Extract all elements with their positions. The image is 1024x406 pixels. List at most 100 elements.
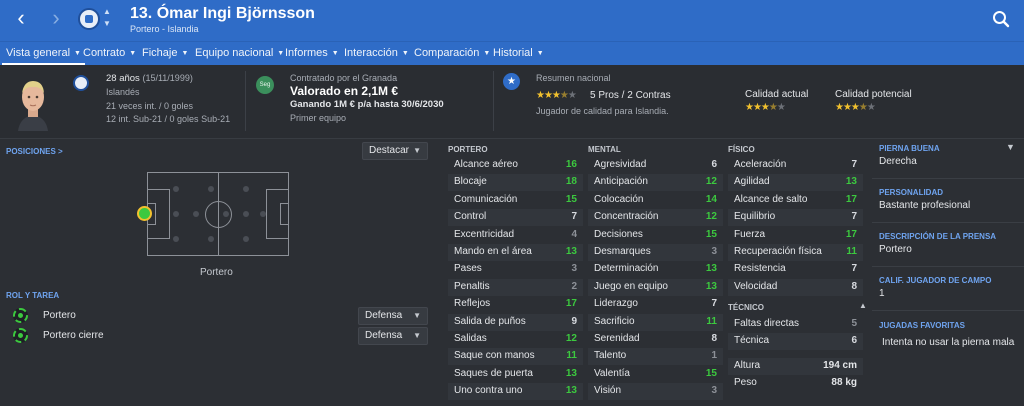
attribute-row[interactable]: Decisiones 15 bbox=[588, 227, 723, 244]
attribute-name: Aceleración bbox=[734, 159, 787, 170]
attribute-value: 2 bbox=[571, 280, 577, 292]
position-dot bbox=[243, 186, 249, 192]
player-switch-arrows-icon[interactable]: ▲ ▼ bbox=[102, 6, 112, 30]
attribute-row[interactable]: Técnica 6 bbox=[728, 333, 863, 351]
attribute-row[interactable]: Serenidad 8 bbox=[588, 331, 723, 348]
duty-select[interactable]: Defensa ▼ bbox=[358, 307, 428, 325]
attribute-value: 13 bbox=[705, 263, 717, 275]
attribute-name: Alcance aéreo bbox=[454, 159, 518, 170]
potential-ability-label: Calidad potencial bbox=[835, 89, 912, 100]
role-name[interactable]: Portero bbox=[43, 310, 76, 321]
chevron-down-icon: ▼ bbox=[413, 146, 421, 155]
national-description: Jugador de calidad para Islandia. bbox=[536, 106, 669, 116]
attribute-row[interactable]: Equilibrio 7 bbox=[728, 209, 863, 227]
attribute-row[interactable]: Agresividad 6 bbox=[588, 157, 723, 174]
tab-comparacion[interactable]: Comparación ▼ bbox=[410, 42, 494, 66]
attribute-row[interactable]: Comunicación 15 bbox=[448, 192, 583, 209]
attribute-row[interactable]: Alcance de salto 17 bbox=[728, 192, 863, 209]
attribute-row[interactable]: Blocaje 18 bbox=[448, 174, 583, 192]
attribute-row[interactable]: Pases 3 bbox=[448, 261, 583, 278]
attribute-row[interactable]: Desmarques 3 bbox=[588, 244, 723, 261]
position-dot bbox=[173, 211, 179, 217]
attribute-value: 5 bbox=[851, 318, 857, 329]
forward-arrow-icon[interactable]: › bbox=[44, 6, 68, 30]
position-dot bbox=[223, 211, 229, 217]
attribute-row[interactable]: Recuperación física 11 bbox=[728, 244, 863, 261]
attribute-row[interactable]: Concentración 12 bbox=[588, 209, 723, 227]
attribute-value: 13 bbox=[565, 367, 577, 379]
search-icon[interactable] bbox=[992, 10, 1010, 28]
attribute-value: 14 bbox=[705, 193, 717, 205]
club-badge-icon[interactable] bbox=[78, 8, 100, 30]
technical-title: TÉCNICO bbox=[728, 303, 764, 312]
attribute-row[interactable]: Control 7 bbox=[448, 209, 583, 227]
attribute-name: Uno contra uno bbox=[454, 385, 523, 397]
attribute-row[interactable]: Saque con manos 11 bbox=[448, 348, 583, 366]
attribute-name: Equilibrio bbox=[734, 211, 776, 223]
contract-status-badge: Seg bbox=[256, 76, 274, 94]
back-arrow-icon[interactable]: ‹ bbox=[9, 6, 33, 30]
tab-label: Equipo nacional bbox=[195, 47, 274, 59]
collapse-icon[interactable]: ▲ bbox=[859, 301, 867, 310]
tab-fichaje[interactable]: Fichaje ▼ bbox=[138, 42, 192, 66]
attribute-name: Liderazgo bbox=[594, 298, 638, 310]
attribute-name: Blocaje bbox=[454, 176, 487, 188]
nation-flag-icon[interactable] bbox=[73, 75, 89, 91]
attribute-name: Salidas bbox=[454, 333, 487, 344]
highlight-select[interactable]: Destacar ▼ bbox=[362, 142, 428, 160]
duty-select[interactable]: Defensa ▼ bbox=[358, 327, 428, 345]
attribute-row[interactable]: Anticipación 12 bbox=[588, 174, 723, 192]
goalkeeper-position-marker[interactable] bbox=[137, 206, 152, 221]
attribute-row[interactable]: Salida de puños 9 bbox=[448, 313, 583, 331]
attribute-row[interactable]: Agilidad 13 bbox=[728, 174, 863, 192]
attribute-row[interactable]: Resistencia 7 bbox=[728, 261, 863, 278]
attribute-row[interactable]: Sacrificio 11 bbox=[588, 313, 723, 331]
attribute-row[interactable]: Uno contra uno 13 bbox=[448, 383, 583, 401]
preferred-foot: Derecha bbox=[879, 156, 917, 167]
attribute-row[interactable]: Velocidad 8 bbox=[728, 278, 863, 296]
attribute-row[interactable]: Visión 3 bbox=[588, 383, 723, 401]
attribute-name: Desmarques bbox=[594, 246, 651, 257]
player-face[interactable] bbox=[12, 75, 54, 131]
tab-equipo-nacional[interactable]: Equipo nacional ▼ bbox=[191, 42, 288, 66]
tab-informes[interactable]: Informes ▼ bbox=[281, 42, 343, 66]
tab-contrato[interactable]: Contrato ▼ bbox=[79, 42, 140, 66]
attribute-row[interactable]: Excentricidad 4 bbox=[448, 227, 583, 244]
attribute-row[interactable]: Aceleración 7 bbox=[728, 157, 863, 174]
attribute-row[interactable]: Salidas 12 bbox=[448, 331, 583, 348]
attribute-name: Anticipación bbox=[594, 176, 648, 188]
attribute-row[interactable]: Penaltis 2 bbox=[448, 278, 583, 296]
attribute-row[interactable]: Determinación 13 bbox=[588, 261, 723, 278]
attribute-value: 13 bbox=[565, 385, 577, 397]
tab-vista-general[interactable]: Vista general ▼ bbox=[2, 42, 85, 66]
player-header: ‹ › ▲ ▼ 13. Ómar Ingi Björnsson Portero -… bbox=[0, 0, 1024, 41]
height-value: 194 cm bbox=[823, 360, 857, 371]
tab-interaccion[interactable]: Interacción ▼ bbox=[340, 42, 413, 66]
chevron-down-icon[interactable]: ▼ bbox=[1006, 142, 1015, 152]
personality: Bastante profesional bbox=[879, 200, 971, 211]
role-name[interactable]: Portero cierre bbox=[43, 330, 104, 341]
attribute-row[interactable]: Alcance aéreo 16 bbox=[448, 157, 583, 174]
attribute-value: 13 bbox=[705, 280, 717, 292]
tab-label: Fichaje bbox=[142, 47, 178, 59]
attribute-row[interactable]: Fuerza 17 bbox=[728, 227, 863, 244]
attribute-row[interactable]: Valentía 15 bbox=[588, 366, 723, 383]
divider bbox=[872, 266, 1024, 267]
positions-link[interactable]: POSICIONES > bbox=[6, 147, 63, 156]
attribute-row[interactable]: Talento 1 bbox=[588, 348, 723, 366]
duty-value: Defensa bbox=[365, 330, 403, 341]
attribute-row[interactable]: Colocación 14 bbox=[588, 192, 723, 209]
player-value[interactable]: Valorado en 2,1M € bbox=[290, 84, 398, 98]
attribute-row[interactable]: Mando en el área 13 bbox=[448, 244, 583, 261]
attribute-value: 7 bbox=[851, 211, 857, 223]
attribute-name: Agresividad bbox=[594, 159, 647, 170]
attribute-row[interactable]: Faltas directas 5 bbox=[728, 316, 863, 333]
pros-cons[interactable]: 5 Pros / 2 Contras bbox=[590, 90, 671, 101]
attribute-row[interactable]: Reflejos 17 bbox=[448, 296, 583, 313]
attribute-row[interactable]: Juego en equipo 13 bbox=[588, 278, 723, 296]
international-caps: 21 veces int. / 0 goles bbox=[106, 101, 194, 111]
attribute-value: 11 bbox=[706, 315, 717, 327]
attribute-row[interactable]: Liderazgo 7 bbox=[588, 296, 723, 313]
tab-historial[interactable]: Historial ▼ bbox=[489, 42, 548, 66]
attribute-row[interactable]: Saques de puerta 13 bbox=[448, 366, 583, 383]
